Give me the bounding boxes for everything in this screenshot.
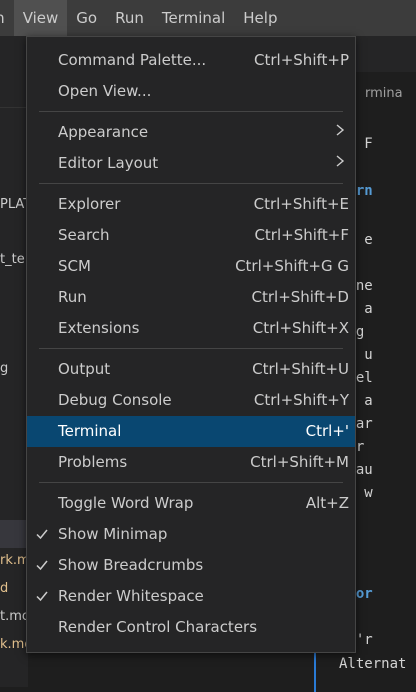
menu-item-toggle-word-wrap[interactable]: Toggle Word Wrap Alt+Z: [27, 488, 355, 519]
menu-item-label: Run: [58, 288, 87, 306]
menu-item-label: Toggle Word Wrap: [58, 494, 194, 512]
menu-item-label: Terminal: [58, 422, 122, 440]
menu-item-command-palette[interactable]: Command Palette... Ctrl+Shift+P: [27, 45, 355, 76]
menubar-selection[interactable]: on: [0, 0, 14, 36]
sidebar-fragment: g: [0, 361, 9, 376]
menu-item-label: Show Breadcrumbs: [58, 556, 204, 574]
sidebar-divider: [0, 107, 28, 108]
menubar-go[interactable]: Go: [67, 0, 106, 36]
menu-item-render-control-characters[interactable]: Render Control Characters: [27, 612, 355, 643]
menu-item-label: Render Control Characters: [58, 618, 258, 636]
checkmark-icon: [35, 558, 49, 572]
menu-item-shortcut: Ctrl+Shift+U: [252, 360, 349, 378]
menu-item-run[interactable]: Run Ctrl+Shift+D: [27, 282, 355, 313]
menu-item-shortcut: Ctrl+Shift+Y: [253, 391, 349, 409]
menu-item-output[interactable]: Output Ctrl+Shift+U: [27, 354, 355, 385]
menu-item-shortcut: Ctrl+Shift+D: [251, 288, 349, 306]
menu-item-label: Open View...: [58, 82, 152, 100]
menu-item-editor-layout[interactable]: Editor Layout: [27, 148, 355, 179]
menu-item-appearance[interactable]: Appearance: [27, 117, 355, 148]
menu-item-label: Render Whitespace: [58, 587, 204, 605]
menu-item-debug-console[interactable]: Debug Console Ctrl+Shift+Y: [27, 385, 355, 416]
checkmark-icon: [35, 589, 49, 603]
menu-item-label: Show Minimap: [58, 525, 168, 543]
menu-item-label: Command Palette...: [58, 51, 207, 69]
menu-item-label: Editor Layout: [58, 154, 159, 172]
chevron-right-icon: [333, 122, 347, 138]
menu-item-label: SCM: [58, 257, 91, 275]
menu-item-label: Debug Console: [58, 391, 172, 409]
menu-item-shortcut: Ctrl+Shift+M: [250, 453, 349, 471]
menu-item-label: Output: [58, 360, 111, 378]
menu-item-search[interactable]: Search Ctrl+Shift+F: [27, 220, 355, 251]
menu-item-problems[interactable]: Problems Ctrl+Shift+M: [27, 447, 355, 478]
menu-item-label: Explorer: [58, 195, 121, 213]
breadcrumb[interactable]: rmina: [365, 86, 403, 101]
menubar-run[interactable]: Run: [106, 0, 153, 36]
menu-item-shortcut: Ctrl+Shift+F: [254, 226, 349, 244]
menu-item-show-breadcrumbs[interactable]: Show Breadcrumbs: [27, 550, 355, 581]
explorer-sidebar: PLAT t_te g rk.m d t.mo k.mo: [0, 36, 32, 687]
menubar-terminal[interactable]: Terminal: [153, 0, 234, 36]
menu-item-shortcut: Alt+Z: [305, 494, 349, 512]
menu-item-label: Search: [58, 226, 110, 244]
menu-item-open-view[interactable]: Open View...: [27, 76, 355, 107]
menu-item-explorer[interactable]: Explorer Ctrl+Shift+E: [27, 189, 355, 220]
menu-separator: [39, 348, 343, 349]
menu-item-shortcut: Ctrl+Shift+X: [252, 319, 349, 337]
menu-bar: on View Go Run Terminal Help: [0, 0, 416, 36]
checkmark-icon: [35, 527, 49, 541]
menu-item-render-whitespace[interactable]: Render Whitespace: [27, 581, 355, 612]
menu-separator: [39, 183, 343, 184]
menu-item-shortcut: Ctrl+Shift+G G: [235, 257, 349, 275]
menubar-view[interactable]: View: [13, 0, 68, 36]
menu-item-shortcut: Ctrl+Shift+E: [253, 195, 349, 213]
menu-item-scm[interactable]: SCM Ctrl+Shift+G G: [27, 251, 355, 282]
menu-item-terminal[interactable]: Terminal Ctrl+': [27, 416, 355, 447]
menu-item-label: Appearance: [58, 123, 149, 141]
menu-separator: [39, 482, 343, 483]
editor-line: Alternat: [339, 656, 407, 672]
view-menu-dropdown: Command Palette... Ctrl+Shift+P Open View.…: [26, 36, 356, 653]
chevron-right-icon: [333, 153, 347, 169]
menu-item-shortcut: Ctrl+Shift+P: [254, 51, 349, 69]
menu-item-shortcut: Ctrl+': [305, 422, 349, 440]
menubar-help[interactable]: Help: [234, 0, 286, 36]
menu-separator: [39, 111, 343, 112]
sidebar-row-highlight: [0, 520, 28, 548]
menu-item-show-minimap[interactable]: Show Minimap: [27, 519, 355, 550]
menu-item-label: Extensions: [58, 319, 140, 337]
menu-item-label: Problems: [58, 453, 128, 471]
sidebar-fragment: t_te: [0, 252, 25, 267]
sidebar-file-item[interactable]: d: [0, 581, 8, 596]
menu-item-extensions[interactable]: Extensions Ctrl+Shift+X: [27, 313, 355, 344]
